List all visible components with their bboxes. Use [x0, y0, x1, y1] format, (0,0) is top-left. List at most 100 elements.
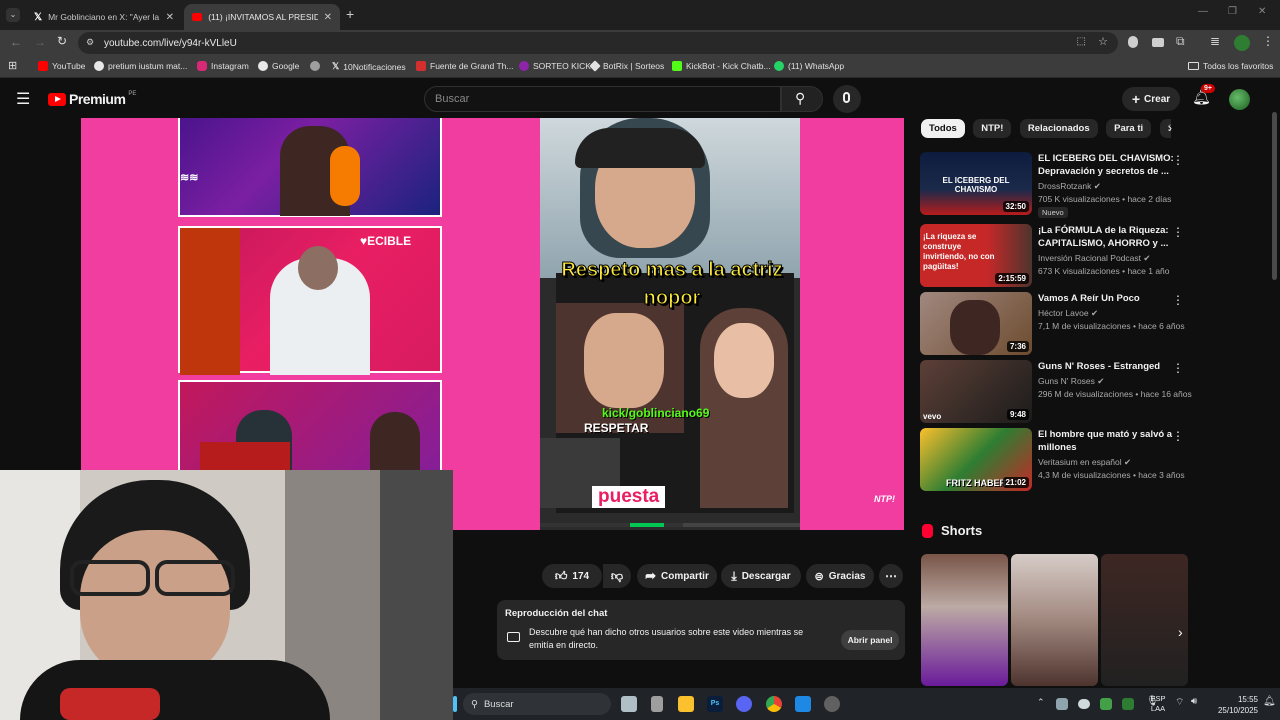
bookmark-kickbot[interactable]: KickBot - Kick Chatb...: [672, 61, 771, 71]
extension-icon[interactable]: [1152, 38, 1164, 47]
folder-icon[interactable]: [678, 696, 694, 712]
close-tab-icon[interactable]: ✕: [166, 12, 174, 23]
bookmark-sorteo-kick[interactable]: SORTEO KICK: [519, 61, 591, 71]
chrome-icon[interactable]: [766, 696, 782, 712]
apps-grid-icon[interactable]: ⊞: [8, 59, 17, 72]
task-view-icon[interactable]: [621, 696, 637, 712]
open-panel-button[interactable]: Abrir panel: [841, 630, 899, 650]
recommendation-item[interactable]: ¡La riqueza se construye invirtiendo, no…: [920, 224, 1190, 288]
progress-bar[interactable]: [540, 523, 800, 527]
url-field[interactable]: ⚙ youtube.com/live/y94r-kVLleU ⬚ ☆: [78, 32, 1118, 54]
reload-icon[interactable]: ↻: [57, 34, 67, 48]
language-indicator[interactable]: ESP LAA: [1143, 694, 1173, 714]
tray-chevron-icon[interactable]: ⌃: [1037, 697, 1045, 708]
bookmark-10notificaciones[interactable]: 𝕏 10Notificaciones: [332, 61, 406, 72]
bookmark-whatsapp[interactable]: (11) WhatsApp: [774, 61, 844, 71]
short-card[interactable]: [1101, 554, 1188, 686]
tab-youtube-live[interactable]: (11) ¡INVITAMOS AL PRESIDEN ✕: [184, 4, 340, 30]
short-card[interactable]: [1011, 554, 1098, 686]
chip-para-ti[interactable]: Para ti: [1106, 119, 1152, 138]
download-button[interactable]: ⤓ Descargar: [721, 564, 801, 588]
tab-x-post[interactable]: 𝕏 Mr Goblinciano en X: "Ayer la s ✕: [26, 4, 182, 30]
install-icon[interactable]: ⬚: [1077, 36, 1086, 47]
menu-kebab-icon[interactable]: ⋮: [1262, 34, 1274, 48]
clock[interactable]: 15:55 25/10/2025: [1208, 694, 1258, 716]
chip-relacionados[interactable]: Relacionados: [1019, 119, 1098, 138]
voice-search-button[interactable]: [833, 85, 861, 113]
minimize-icon[interactable]: —: [1198, 6, 1208, 17]
clock-date: 25/10/2025: [1217, 706, 1258, 715]
tray-icon[interactable]: [1122, 698, 1134, 710]
volume-icon[interactable]: 🔊︎: [1191, 696, 1197, 707]
youtube-logo[interactable]: Premium PE: [48, 91, 136, 107]
new-tab-icon[interactable]: +: [346, 6, 354, 22]
tray-icon[interactable]: [1056, 698, 1068, 710]
chip-todos[interactable]: Todos: [921, 119, 965, 138]
profile-avatar-icon[interactable]: [1234, 35, 1250, 51]
thanks-button[interactable]: ⊜ Gracias: [806, 564, 874, 588]
dislike-button[interactable]: 👎︎: [603, 564, 631, 588]
hamburger-menu-icon[interactable]: ☰: [16, 89, 30, 109]
recommendation-item[interactable]: 7:36 Vamos A Reír Un Poco Héctor Lavoe ✔…: [920, 292, 1190, 356]
bookmark-botrix[interactable]: BotRix | Sorteos: [589, 60, 664, 72]
bookmark-unnamed[interactable]: [310, 61, 320, 71]
video-thumbnail[interactable]: 7:36: [920, 292, 1032, 355]
like-button[interactable]: 👍︎ 174: [542, 564, 602, 588]
discord-icon[interactable]: [736, 696, 752, 712]
search-button[interactable]: ⚲: [781, 86, 823, 112]
start-icon[interactable]: [453, 696, 457, 712]
recommendation-item[interactable]: EL ICEBERG DEL CHAVISMO 32:50 EL ICEBERG…: [920, 152, 1190, 218]
restore-icon[interactable]: ❐: [1228, 6, 1237, 17]
extension-icon[interactable]: [1128, 36, 1138, 48]
more-vert-icon[interactable]: ⋮: [1172, 429, 1184, 443]
app-icon[interactable]: [795, 696, 811, 712]
bookmark-google[interactable]: Google: [258, 61, 299, 71]
video-thumbnail[interactable]: FRITZ HABER 21:02: [920, 428, 1032, 491]
create-button[interactable]: + Crear: [1122, 87, 1180, 111]
short-card[interactable]: [921, 554, 1008, 686]
file-icon[interactable]: [651, 696, 663, 712]
puzzle-icon[interactable]: ⧉: [1176, 34, 1185, 49]
recommendation-item[interactable]: vevo 9:48 Guns N' Roses - Estranged Guns…: [920, 360, 1192, 424]
wifi-icon[interactable]: ⌔: [1175, 696, 1184, 709]
video-duration: 32:50: [1002, 201, 1029, 212]
shorts-next-icon[interactable]: ›: [1178, 624, 1183, 640]
share-button[interactable]: ➦ Compartir: [637, 564, 717, 588]
forward-icon[interactable]: →: [34, 35, 46, 49]
more-vert-icon[interactable]: ⋮: [1172, 225, 1184, 239]
video-thumbnail[interactable]: vevo 9:48: [920, 360, 1032, 423]
notification-center-icon[interactable]: 🔔︎: [1263, 696, 1276, 707]
more-vert-icon[interactable]: ⋮: [1172, 361, 1184, 375]
more-actions-button[interactable]: ⋯: [879, 564, 903, 588]
chevron-right-icon[interactable]: ›: [1168, 121, 1172, 135]
video-thumbnail[interactable]: ¡La riqueza se construye invirtiendo, no…: [920, 224, 1032, 287]
bookmark-gta-fuente[interactable]: Fuente de Grand Th...: [416, 61, 513, 71]
recommendation-item[interactable]: FRITZ HABER 21:02 El hombre que mató y s…: [920, 428, 1190, 492]
chip-ntp[interactable]: NTP!: [973, 119, 1012, 138]
photoshop-icon[interactable]: Ps: [707, 696, 723, 712]
bookmark-youtube[interactable]: YouTube: [38, 61, 85, 71]
more-vert-icon[interactable]: ⋮: [1172, 293, 1184, 307]
video-thumbnail[interactable]: EL ICEBERG DEL CHAVISMO 32:50: [920, 152, 1032, 215]
channel-label: Inversión Racional Podcast: [1038, 253, 1142, 263]
reading-list-icon[interactable]: ≣: [1210, 34, 1220, 48]
notifications-button[interactable]: 🔔︎ 9+: [1192, 84, 1215, 107]
site-info-icon[interactable]: ⚙: [86, 37, 94, 48]
bookmark-pretium[interactable]: pretium iustum mat...: [94, 61, 187, 71]
back-icon[interactable]: ←: [10, 35, 22, 49]
cloud-icon[interactable]: [1078, 699, 1090, 709]
close-tab-icon[interactable]: ✕: [324, 12, 332, 23]
search-input[interactable]: Buscar: [424, 86, 781, 112]
all-bookmarks[interactable]: Todos los favoritos: [1188, 61, 1273, 71]
account-avatar[interactable]: [1229, 89, 1250, 110]
shield-icon[interactable]: [1100, 698, 1112, 710]
tab-search-icon[interactable]: ⌄: [6, 8, 20, 22]
scrollbar[interactable]: [1272, 112, 1277, 280]
video-player[interactable]: ≋≋ ♥ECIBLE Respeto mas a la actriz nopor…: [81, 118, 904, 530]
bookmark-instagram[interactable]: Instagram: [197, 61, 249, 71]
more-vert-icon[interactable]: ⋮: [1172, 153, 1184, 167]
close-window-icon[interactable]: ✕: [1258, 6, 1266, 17]
bookmark-star-icon[interactable]: ☆: [1098, 35, 1108, 48]
app-icon[interactable]: [824, 696, 840, 712]
taskbar-search[interactable]: ⚲ Buscar: [463, 693, 611, 715]
